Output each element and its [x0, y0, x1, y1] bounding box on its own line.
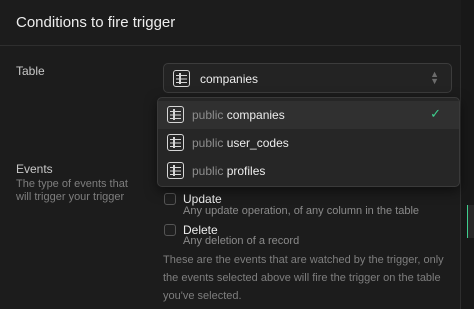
- update-description: Any update operation, of any column in t…: [183, 205, 420, 217]
- option-schema: public: [192, 108, 224, 122]
- chevron-up-down-icon: ▲ ▼: [430, 69, 439, 86]
- edge-indicator: [467, 205, 474, 238]
- option-name: user_codes: [226, 136, 289, 150]
- table-dropdown-menu: public companies ✓ public user_codes pub…: [157, 97, 460, 187]
- dropdown-option-companies[interactable]: public companies ✓: [158, 101, 459, 129]
- update-label: Update: [183, 192, 222, 206]
- table-select[interactable]: companies ▲ ▼: [163, 63, 452, 93]
- delete-description: Any deletion of a record: [183, 235, 300, 247]
- table-field-label: Table: [16, 64, 45, 78]
- check-icon: ✓: [430, 106, 441, 121]
- events-field-label: Events: [16, 162, 53, 176]
- table-icon: [167, 162, 184, 179]
- table-icon: [173, 70, 190, 87]
- dropdown-option-profiles[interactable]: public profiles: [158, 157, 459, 185]
- option-name: profiles: [226, 164, 266, 178]
- table-icon: [167, 134, 184, 151]
- update-checkbox[interactable]: [164, 193, 176, 205]
- events-field-description: The type of events that will trigger you…: [16, 178, 128, 203]
- events-footnote: These are the events that are watched by…: [163, 254, 444, 302]
- option-name: companies: [226, 108, 285, 122]
- panel-header: Conditions to fire trigger: [0, 0, 461, 46]
- table-select-value: companies: [200, 72, 259, 86]
- panel-title: Conditions to fire trigger: [16, 14, 176, 31]
- dropdown-option-user-codes[interactable]: public user_codes: [158, 129, 459, 157]
- option-schema: public: [192, 164, 224, 178]
- delete-checkbox[interactable]: [164, 224, 176, 236]
- table-icon: [167, 106, 184, 123]
- option-schema: public: [192, 136, 224, 150]
